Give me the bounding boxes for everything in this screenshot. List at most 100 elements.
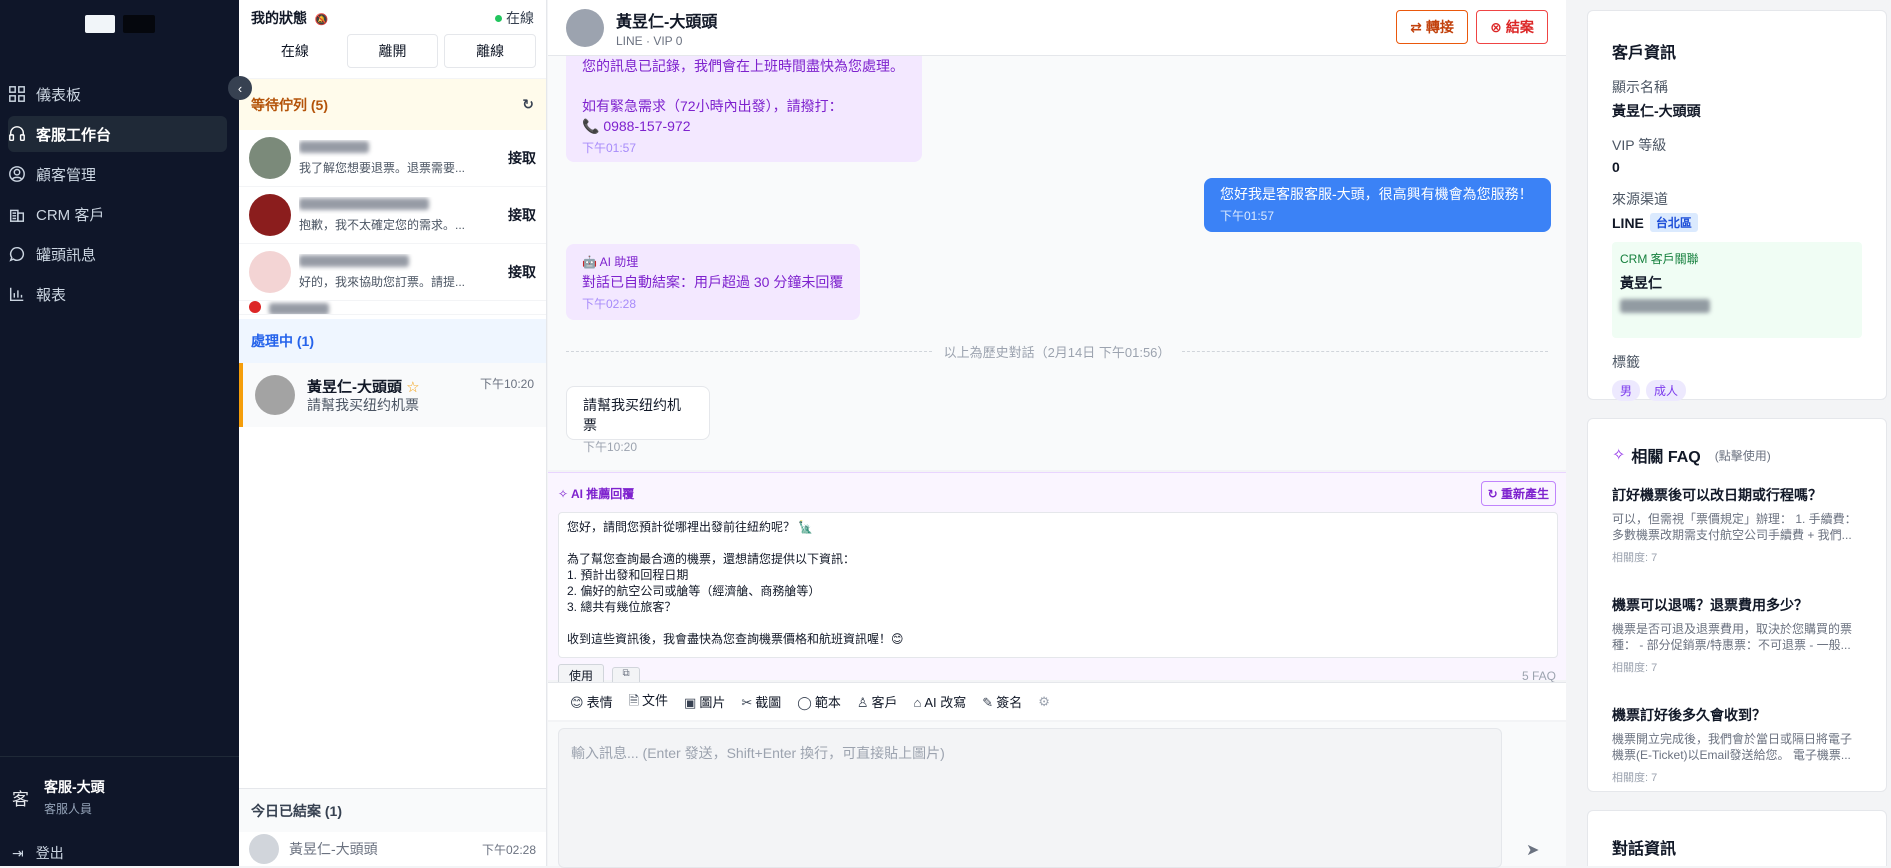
dashboard-icon bbox=[9, 86, 25, 102]
processing-header: 處理中 (1) bbox=[239, 319, 546, 363]
nav-item-crm[interactable]: CRM 客戶 bbox=[8, 196, 227, 232]
ai-improve-icon: ⌂ bbox=[913, 695, 922, 710]
nav-item-dashboard[interactable]: 儀表板 bbox=[8, 76, 227, 112]
chat-customer-name: 黃昱仁-大頭頭 bbox=[616, 13, 718, 31]
region-badge: 台北區 bbox=[1649, 213, 1698, 232]
nav-item-agent-workspace[interactable]: 客服工作台 bbox=[8, 116, 227, 152]
take-button[interactable]: 接取 bbox=[500, 262, 536, 282]
avatar bbox=[566, 8, 604, 47]
status-away-button[interactable]: 離開 bbox=[346, 34, 439, 68]
avatar bbox=[249, 301, 261, 313]
display-name-label: 顯示名稱 bbox=[1612, 79, 1668, 95]
headset-icon bbox=[9, 126, 25, 142]
regenerate-button[interactable]: ↻ 重新產生 bbox=[1480, 481, 1556, 506]
nav-item-canned[interactable]: 罐頭訊息 bbox=[8, 236, 227, 272]
chat-header: 黃昱仁-大頭頭 LINE · VIP 0 ⇄ 轉接 ⊗ 結案 bbox=[548, 0, 1566, 56]
source-label: 來源渠道 bbox=[1612, 191, 1668, 207]
logout-button[interactable]: ⇥ 登出 bbox=[0, 843, 239, 863]
faq-item[interactable]: 訂好機票後可以改日期或行程嗎？ 可以，但需視「票價規定」辦理： 1. 手續費：多數… bbox=[1612, 485, 1862, 565]
tool-template[interactable]: ◯ 範本 bbox=[797, 692, 841, 711]
bar-chart-icon bbox=[9, 287, 24, 302]
nav-label: 罐頭訊息 bbox=[36, 246, 97, 264]
chat-bubble-icon bbox=[9, 246, 25, 262]
mute-bell-icon[interactable]: 🔕 bbox=[315, 14, 329, 26]
message-list[interactable]: 您的訊息已記錄，我們會在上班時間盡快為您處理。 如有緊急需求（72小時內出發），… bbox=[548, 56, 1566, 470]
vip-label: VIP 等級 bbox=[1612, 137, 1667, 153]
waiting-queue-title: 等待佇列 (5) bbox=[251, 96, 328, 113]
tool-screenshot[interactable]: ✂ 截圖 bbox=[741, 692, 781, 711]
faq-count: 5 FAQ bbox=[1521, 668, 1556, 683]
processing-message: 請幫我买纽约机票 bbox=[307, 396, 419, 413]
avatar bbox=[249, 194, 291, 236]
tool-signature[interactable]: ✎ 簽名 bbox=[982, 692, 1022, 711]
tool-image[interactable]: ▣ 圖片 bbox=[684, 692, 725, 711]
message-input[interactable]: 輸入訊息... (Enter 發送，Shift+Enter 換行，可直接貼上圖片… bbox=[558, 728, 1502, 868]
avatar bbox=[255, 375, 295, 415]
customer-icon: ♙ bbox=[856, 695, 869, 710]
faq-item[interactable]: 機票訂好後多久會收到？ 機票開立完成後，我們會於當日或隔日將電子機票(E-Tick… bbox=[1612, 705, 1862, 785]
crm-link-box[interactable]: CRM 客戶關聯 黃昱仁 bbox=[1612, 242, 1862, 338]
queue-item[interactable] bbox=[239, 301, 546, 315]
brand-logo[interactable] bbox=[0, 0, 239, 48]
close-circle-icon: ⊗ bbox=[1490, 18, 1502, 35]
end-chat-button[interactable]: ⊗ 結案 bbox=[1476, 10, 1548, 44]
source-value: LINE bbox=[1612, 214, 1644, 231]
signature-icon: ✎ bbox=[982, 695, 994, 710]
status-online-button[interactable]: 在線 bbox=[249, 34, 341, 68]
composer: 輸入訊息... (Enter 發送，Shift+Enter 換行，可直接貼上圖片… bbox=[548, 722, 1566, 868]
tool-file[interactable]: 🗎 文件 bbox=[629, 690, 668, 714]
info-panel: 客戶資訊 顯示名稱 黃昱仁-大頭頭 VIP 等級 0 來源渠道 LINE 台北區 … bbox=[1567, 0, 1891, 866]
tag-chip: 男 bbox=[1612, 380, 1641, 401]
online-indicator: 在線 bbox=[495, 8, 534, 28]
history-divider: 以上為歷史對話（2月14日 下午01:56） bbox=[566, 342, 1548, 361]
faq-card: ✧ 相關 FAQ (點擊使用) 訂好機票後可以改日期或行程嗎？ 可以，但需視「票價規定… bbox=[1587, 418, 1887, 792]
chevron-left-icon: ‹ bbox=[237, 80, 243, 96]
queue-item[interactable]: 我了解您想要退票。退票需要... 接取 bbox=[239, 130, 546, 187]
processing-item[interactable]: 黃昱仁-大頭頭 ☆ 請幫我买纽约机票 下午10:20 bbox=[239, 363, 546, 427]
nav-label: 儀表板 bbox=[36, 86, 82, 104]
closed-item[interactable]: 黃昱仁-大頭頭 下午02:28 bbox=[239, 832, 546, 866]
tool-ai-improve[interactable]: ⌂ AI 改寫 bbox=[914, 692, 967, 711]
tags-label: 標籤 bbox=[1612, 354, 1640, 370]
tool-customer[interactable]: ♙ 客戶 bbox=[857, 692, 898, 711]
customer-info-title: 客戶資訊 bbox=[1612, 45, 1677, 62]
avatar bbox=[249, 834, 279, 864]
nav-item-reports[interactable]: 報表 bbox=[8, 276, 227, 312]
closed-item-name: 黃昱仁-大頭頭 bbox=[289, 841, 378, 857]
tag-chip: 成人 bbox=[1646, 380, 1687, 401]
take-button[interactable]: 接取 bbox=[500, 148, 536, 168]
send-icon[interactable]: ➤ bbox=[1526, 840, 1539, 860]
take-button[interactable]: 接取 bbox=[500, 205, 536, 225]
logout-label: 登出 bbox=[35, 845, 64, 861]
tool-emoji[interactable]: 😊 表情 bbox=[570, 692, 613, 711]
nav-label: 顧客管理 bbox=[36, 166, 97, 184]
nav-label: 報表 bbox=[36, 286, 67, 304]
message-bubble-customer: 請幫我买纽约机票 下午10:20 bbox=[566, 386, 710, 454]
message-bubble-ai: 🤖 AI 助理 對話已自動結案：用戶超過 30 分鐘未回覆 下午02:28 bbox=[566, 244, 860, 320]
ai-suggestion-text[interactable]: 您好，請問您預計從哪裡出發前往紐約呢？ 🗽 為了幫您查詢最合適的機票，還想請您提… bbox=[558, 512, 1558, 658]
collapse-sidebar-button[interactable]: ‹ bbox=[228, 76, 252, 100]
ai-suggestion-title: ✧ AI 推薦回覆 bbox=[558, 487, 635, 501]
gear-icon[interactable]: ⚙ bbox=[1038, 694, 1050, 710]
agent-role: 客服人員 bbox=[44, 802, 93, 816]
refresh-icon[interactable]: ↻ bbox=[522, 96, 534, 113]
sparkle-icon: ✧ bbox=[558, 487, 569, 501]
faq-item[interactable]: 機票可以退嗎？退票費用多少？ 機票是否可退及退票費用，取決於您購買的票種： - 部… bbox=[1612, 595, 1862, 675]
nav-item-customers[interactable]: 顧客管理 bbox=[8, 156, 227, 192]
queue-item-message: 我了解您想要退票。退票需要... bbox=[299, 161, 466, 175]
scissors-icon: ✂ bbox=[741, 695, 753, 710]
my-status-label: 我的狀態 🔕 bbox=[251, 10, 329, 26]
chat-panel: 黃昱仁-大頭頭 LINE · VIP 0 ⇄ 轉接 ⊗ 結案 您的訊息已記錄，我們會… bbox=[548, 0, 1566, 868]
queue-item[interactable]: 好的，我來協助您訂票。請提... 接取 bbox=[239, 244, 546, 301]
avatar bbox=[249, 251, 291, 293]
message-bubble-agent: 您好我是客服客服-大頭，很高興有機會為您服務！ 下午01:57 bbox=[1204, 178, 1551, 232]
crm-name: 黃昱仁 bbox=[1620, 275, 1662, 291]
closed-today-header: 今日已結案 (1) bbox=[239, 788, 546, 832]
crm-label: CRM 客戶關聯 bbox=[1620, 252, 1699, 266]
file-icon: 🗎 bbox=[628, 692, 640, 708]
sparkle-icon: ✧ bbox=[1612, 447, 1626, 464]
nav-label: 客服工作台 bbox=[36, 126, 112, 144]
queue-item[interactable]: 抱歉，我不太確定您的需求。... 接取 bbox=[239, 187, 546, 244]
status-offline-button[interactable]: 離線 bbox=[444, 34, 537, 68]
transfer-button[interactable]: ⇄ 轉接 bbox=[1396, 10, 1468, 44]
